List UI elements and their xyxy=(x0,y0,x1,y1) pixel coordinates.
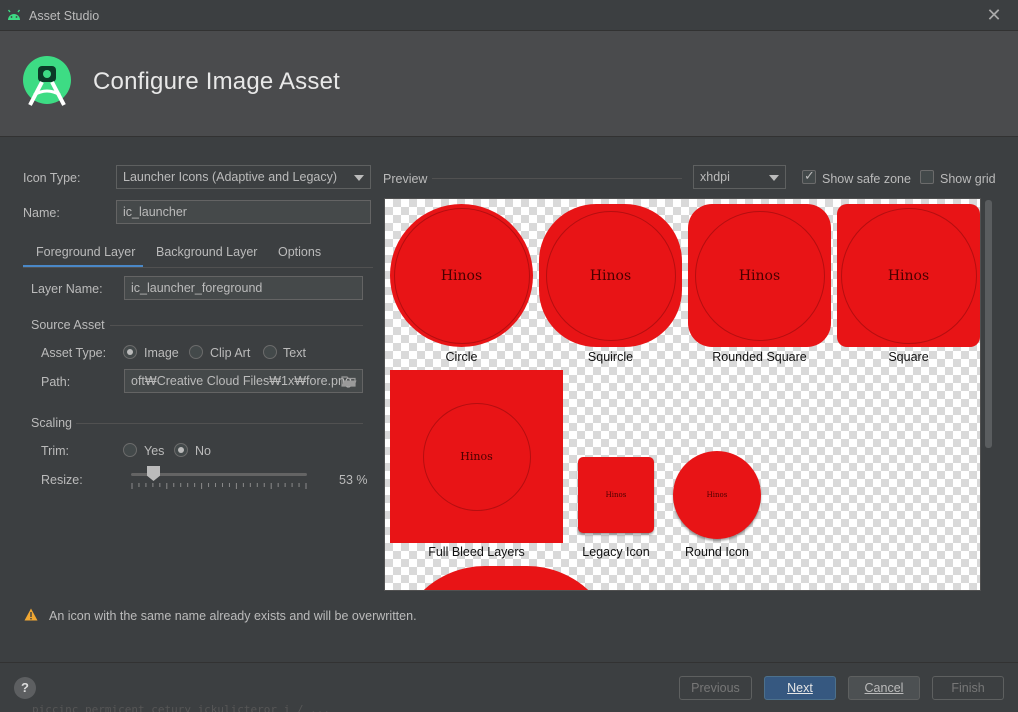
next-button[interactable]: Next xyxy=(764,676,836,700)
icon-type-value: Launcher Icons (Adaptive and Legacy) xyxy=(123,170,338,184)
preview-canvas: Hinos Circle Hinos Squircle Hinos Rounde… xyxy=(384,198,981,591)
resize-label: Resize: xyxy=(41,473,83,487)
icon-preview-square: Hinos xyxy=(837,204,980,347)
icon-text: Hinos xyxy=(706,491,728,499)
name-label: Name: xyxy=(23,206,60,220)
tab-foreground-layer[interactable]: Foreground Layer xyxy=(23,238,143,268)
layer-name-input[interactable]: ic_launcher_foreground xyxy=(124,276,363,300)
caption-squircle: Squircle xyxy=(587,350,634,364)
slider-ticks xyxy=(131,483,307,489)
chevron-down-icon xyxy=(354,175,364,181)
resize-value: 53 % xyxy=(339,473,368,487)
next-button-label: Next xyxy=(787,681,813,695)
asset-type-clipart-radio[interactable] xyxy=(189,345,203,359)
asset-type-text-radio[interactable] xyxy=(263,345,277,359)
chevron-down-icon xyxy=(769,175,779,181)
window-title: Asset Studio xyxy=(29,9,100,23)
trim-yes-label[interactable]: Yes xyxy=(144,444,164,458)
android-studio-logo-icon xyxy=(23,56,71,106)
scaling-heading: Scaling xyxy=(31,416,72,430)
trim-no-label[interactable]: No xyxy=(195,444,211,458)
source-asset-heading: Source Asset xyxy=(31,318,105,332)
asset-type-image-label[interactable]: Image xyxy=(144,346,179,360)
trim-label: Trim: xyxy=(41,444,69,458)
preview-scrollbar[interactable] xyxy=(983,198,994,591)
name-input[interactable]: ic_launcher xyxy=(116,200,371,224)
preview-label: Preview xyxy=(383,172,428,186)
asset-type-label: Asset Type: xyxy=(41,346,107,360)
icon-text: Hinos xyxy=(605,491,627,499)
icon-preview-circle: Hinos xyxy=(390,204,533,347)
icon-text: Hinos xyxy=(460,450,493,463)
density-select[interactable]: xhdpi xyxy=(693,165,786,189)
folder-icon[interactable] xyxy=(341,375,357,387)
path-input[interactable]: oft₩Creative Cloud Files₩1x₩fore.png xyxy=(124,369,363,393)
icon-text: Hinos xyxy=(887,267,930,284)
help-button[interactable]: ? xyxy=(14,677,36,699)
icon-preview-rounded-square: Hinos xyxy=(688,204,831,347)
show-grid-checkbox[interactable] xyxy=(920,170,934,184)
icon-preview-full-bleed: Hinos xyxy=(390,370,563,543)
resize-slider-thumb[interactable] xyxy=(147,466,160,481)
android-icon xyxy=(7,9,21,20)
icon-text: Hinos xyxy=(440,267,483,284)
icon-preview-round: Hinos xyxy=(673,451,761,539)
icon-type-select[interactable]: Launcher Icons (Adaptive and Legacy) xyxy=(116,165,371,189)
asset-type-clipart-label[interactable]: Clip Art xyxy=(210,346,250,360)
icon-type-label: Icon Type: xyxy=(23,171,81,185)
tab-options[interactable]: Options xyxy=(278,238,321,268)
close-icon[interactable]: ✕ xyxy=(984,5,1004,25)
warning-icon xyxy=(24,608,38,621)
show-grid-label[interactable]: Show grid xyxy=(940,172,996,186)
cancel-button-label: Cancel xyxy=(864,681,904,695)
asset-type-text-label[interactable]: Text xyxy=(283,346,306,360)
dialog-header: Configure Image Asset xyxy=(0,31,1018,137)
show-safe-zone-checkbox[interactable] xyxy=(802,168,816,184)
density-value: xhdpi xyxy=(700,170,730,184)
icon-preview-legacy: Hinos xyxy=(578,457,654,533)
path-label: Path: xyxy=(41,375,71,389)
divider xyxy=(432,178,682,179)
cancel-button[interactable]: Cancel xyxy=(848,676,920,700)
path-value: oft₩Creative Cloud Files₩1x₩fore.png xyxy=(131,374,352,388)
layer-name-label: Layer Name: xyxy=(31,282,103,296)
icon-preview-squircle: Hinos xyxy=(539,204,682,347)
title-bar: Asset Studio ✕ xyxy=(0,0,1018,31)
caption-round: Round Icon xyxy=(685,545,749,559)
caption-rounded-square: Rounded Square xyxy=(712,350,807,364)
caption-square: Square xyxy=(888,350,929,364)
page-title: Configure Image Asset xyxy=(93,68,341,95)
scrollbar-thumb[interactable] xyxy=(985,200,992,448)
warning-text: An icon with the same name already exist… xyxy=(49,609,417,623)
finish-button[interactable]: Finish xyxy=(932,676,1004,700)
icon-text: Hinos xyxy=(738,267,781,284)
previous-button[interactable]: Previous xyxy=(679,676,752,700)
divider xyxy=(110,325,363,326)
show-safe-zone-label[interactable]: Show safe zone xyxy=(822,172,911,186)
background-code-text: piccinc permicent cetury ickulicteror i … xyxy=(32,703,331,712)
icon-preview-partial xyxy=(395,566,617,590)
trim-no-radio[interactable] xyxy=(174,443,188,457)
caption-legacy: Legacy Icon xyxy=(582,545,650,559)
tab-divider xyxy=(23,267,373,268)
asset-type-image-radio[interactable] xyxy=(123,345,137,359)
divider xyxy=(76,423,363,424)
icon-text: Hinos xyxy=(589,267,632,284)
caption-circle: Circle xyxy=(445,350,478,364)
caption-full-bleed: Full Bleed Layers xyxy=(428,545,525,559)
trim-yes-radio[interactable] xyxy=(123,443,137,457)
tab-background-layer[interactable]: Background Layer xyxy=(156,238,257,268)
